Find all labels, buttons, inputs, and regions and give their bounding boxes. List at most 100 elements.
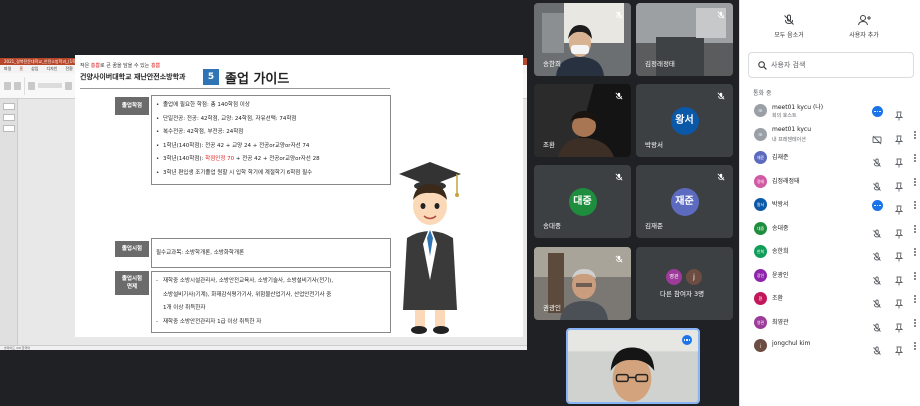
- pin-icon[interactable]: [894, 177, 904, 191]
- slide-thumbnail[interactable]: [3, 114, 15, 121]
- mute-all-label: 모두 음소거: [774, 32, 804, 39]
- list-item: • 졸업에 필요한 학점: 총 140학점 이상: [156, 102, 250, 108]
- more-options-icon[interactable]: [913, 341, 917, 351]
- pin-icon[interactable]: [894, 271, 904, 285]
- add-people-button[interactable]: 사용자 추가: [834, 14, 894, 39]
- ppt-tab[interactable]: 전환: [65, 66, 72, 71]
- pin-icon[interactable]: [894, 106, 904, 121]
- mic-muted-icon[interactable]: [872, 294, 882, 308]
- mic-muted-icon[interactable]: [872, 153, 882, 167]
- avatar: 재준: [754, 151, 767, 164]
- subtitle-highlight: 흥쁨: [90, 63, 100, 69]
- participant-name: 송대중: [772, 224, 789, 232]
- speaking-indicator-icon: [682, 335, 692, 345]
- ppt-tab[interactable]: 파일: [4, 66, 11, 71]
- new-slide-icon: [28, 81, 35, 90]
- mic-muted-icon[interactable]: [872, 177, 882, 191]
- item-text: 1학년(140학점): 전공 42 + 교양 24 + 전공or교양or자선 7…: [163, 142, 310, 149]
- pin-icon[interactable]: [894, 294, 904, 309]
- status-text: 슬라이드 3/9 한국어: [4, 346, 31, 350]
- more-options-icon[interactable]: [913, 318, 917, 328]
- mic-muted-icon[interactable]: [872, 247, 882, 261]
- ppt-tab[interactable]: 삽입: [31, 66, 38, 71]
- participant-row[interactable]: 왕서 박왕서: [748, 195, 916, 215]
- self-view-tile[interactable]: [566, 328, 700, 404]
- more-options-icon[interactable]: [913, 177, 917, 187]
- participant-tile[interactable]: 조환: [534, 84, 631, 157]
- mic-muted-icon[interactable]: [872, 271, 882, 285]
- more-options-icon[interactable]: [913, 224, 917, 234]
- ppt-tab[interactable]: 홈: [19, 66, 23, 71]
- participant-tile[interactable]: 송한희: [534, 3, 631, 76]
- avatar: 재준: [670, 187, 699, 216]
- participant-row[interactable]: m meet01 kycu (나) 회의 호스트: [748, 101, 916, 121]
- ppt-tab[interactable]: 디자인: [46, 66, 57, 71]
- participant-row[interactable]: 영관 최영관: [748, 313, 916, 333]
- participant-row[interactable]: 재준 김재준: [748, 148, 916, 168]
- ribbon-divider: [24, 76, 25, 95]
- more-options-icon[interactable]: [913, 271, 917, 281]
- mic-muted-icon[interactable]: [872, 318, 882, 332]
- section-number: 5: [203, 69, 219, 85]
- participant-name: 조환: [543, 141, 555, 149]
- in-call-heading: 통화 중: [753, 90, 772, 97]
- participant-row[interactable]: 대중 송대중: [748, 219, 916, 239]
- more-options-icon[interactable]: [913, 200, 917, 210]
- more-options-icon[interactable]: [913, 130, 917, 140]
- pin-icon[interactable]: [894, 130, 904, 144]
- avatar: j: [754, 339, 767, 352]
- pin-icon[interactable]: [894, 153, 904, 168]
- pin-icon[interactable]: [894, 318, 904, 332]
- school-name: 건양사이버대학교 재난안전소방학과: [80, 73, 186, 81]
- audio-level-icon: [872, 106, 883, 117]
- mic-muted-icon[interactable]: [872, 341, 882, 355]
- slide-thumbnail[interactable]: [3, 103, 15, 110]
- more-options-icon[interactable]: [913, 247, 917, 257]
- pin-icon[interactable]: [894, 247, 904, 262]
- participant-row[interactable]: 환 조환: [748, 289, 916, 309]
- participant-role: 회의 호스트: [772, 113, 797, 119]
- slide-thumbnail[interactable]: [3, 125, 15, 132]
- people-search[interactable]: [748, 52, 914, 78]
- avatar: m: [754, 104, 767, 117]
- other-participants-tile[interactable]: 영관 j 다른 참여자 3명: [636, 247, 733, 320]
- participant-row[interactable]: j jongchul kim: [748, 336, 916, 356]
- stop-presenting-icon[interactable]: [872, 130, 882, 144]
- avatar: 영관: [754, 315, 767, 329]
- participant-tile[interactable]: 대중 송대중: [534, 165, 631, 238]
- participant-tile[interactable]: 김정래정태: [636, 3, 733, 76]
- participant-row[interactable]: 정태 김정래정태: [748, 172, 916, 192]
- participant-tile[interactable]: 권광인: [534, 247, 631, 320]
- item-text: 재학중 소방안전관리자 1급 이상 취득한 자: [163, 318, 262, 325]
- slide-thumbnail-pane: [0, 99, 18, 346]
- more-options-icon[interactable]: [913, 153, 917, 163]
- mute-all-button[interactable]: 모두 음소거: [759, 14, 819, 39]
- avatar: 대중: [754, 221, 767, 235]
- participant-name: 송한희: [543, 60, 561, 68]
- search-input[interactable]: [771, 57, 905, 73]
- participant-role: 내 프레젠테이션: [772, 136, 806, 143]
- mic-muted-icon[interactable]: [872, 224, 882, 238]
- pin-icon[interactable]: [894, 224, 904, 238]
- list-item: • 복수전공: 42학점, 부전공: 24학점: [156, 129, 244, 135]
- more-options-icon[interactable]: [913, 294, 917, 304]
- avatar: 광인: [754, 268, 767, 282]
- mic-muted-icon: [615, 255, 623, 263]
- avatar: 환: [754, 292, 767, 305]
- participant-tile[interactable]: 왕서 박왕서: [636, 84, 733, 157]
- participant-row[interactable]: 한희 송한희: [748, 242, 916, 262]
- pin-icon[interactable]: [894, 341, 904, 356]
- list-item: - 재학중 소방시설관리사, 소방안전교육사, 소방기술사, 소방설비기사(전기)…: [156, 278, 334, 284]
- mic-muted-icon: [784, 14, 794, 25]
- cut-icon: [14, 81, 21, 90]
- list-item: • 3학년 편입생 조기졸업 원할 시 입학 학기에 계절학기 6학점 필수: [156, 169, 313, 176]
- pin-icon[interactable]: [894, 200, 904, 215]
- audio-level-icon: [872, 200, 883, 211]
- mic-muted-icon: [615, 173, 623, 181]
- participant-row[interactable]: 광인 윤광인: [748, 266, 916, 286]
- subtitle-highlight: 흥쁨: [150, 63, 161, 69]
- participant-tile[interactable]: 재준 김재준: [636, 165, 733, 238]
- participant-name: 박왕서: [772, 201, 789, 208]
- mic-muted-icon: [615, 11, 623, 19]
- participant-row[interactable]: m meet01 kycu 내 프레젠테이션: [748, 125, 916, 145]
